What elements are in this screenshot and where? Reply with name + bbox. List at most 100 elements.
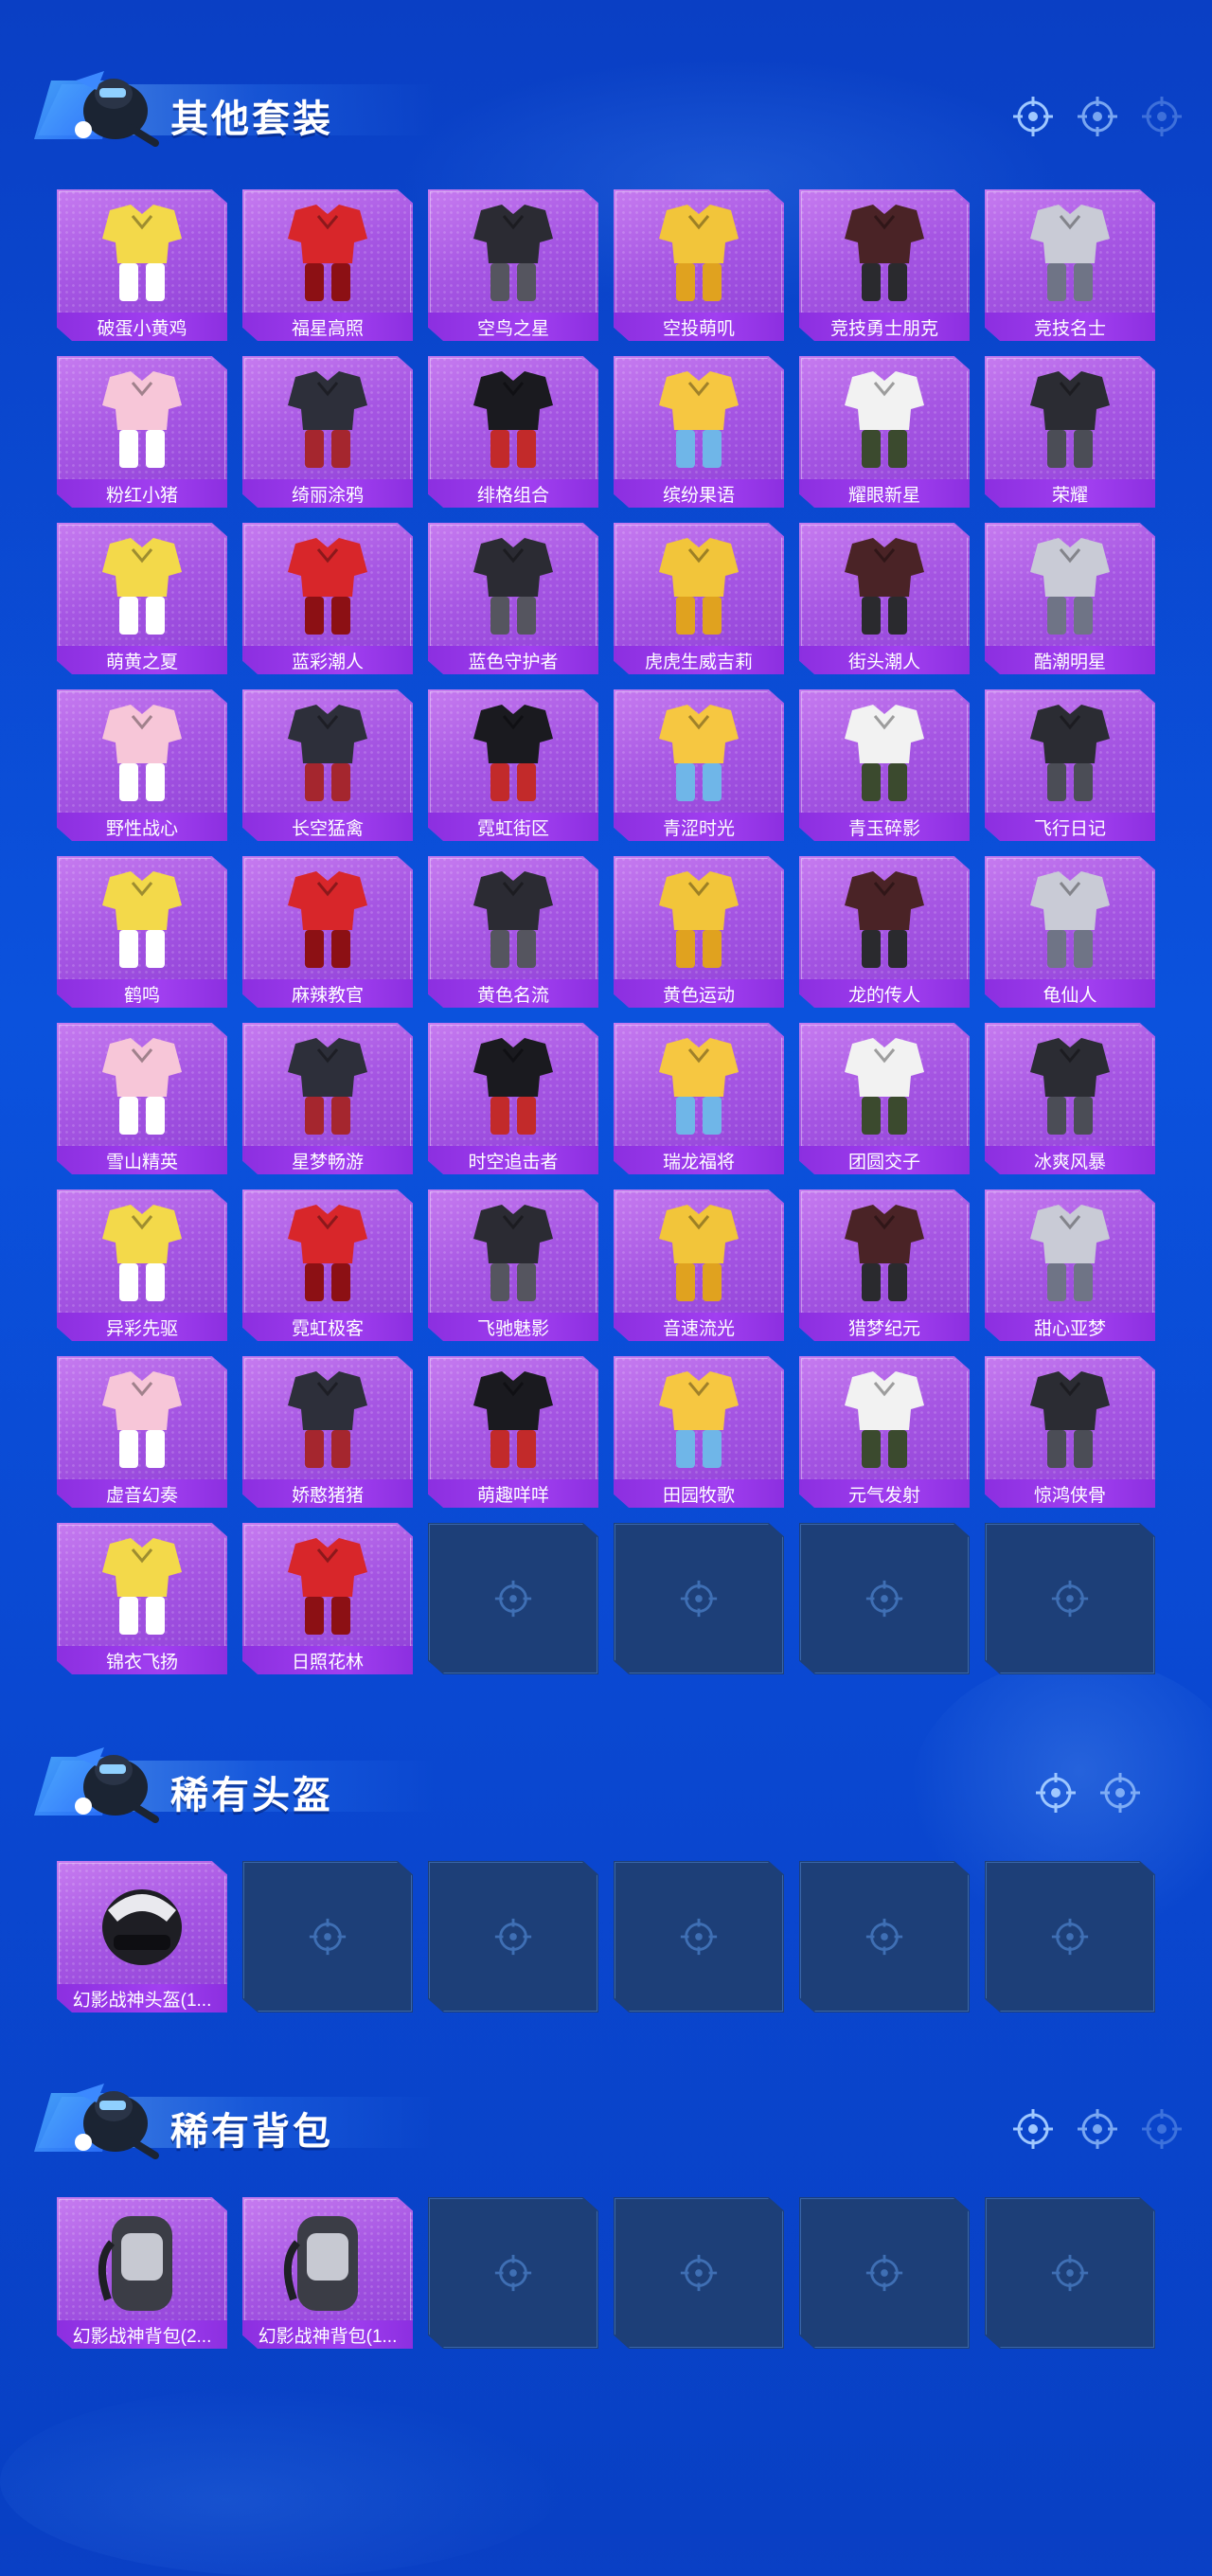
item-label-bar: 惊鸿侠骨 <box>985 1479 1155 1508</box>
item-label: 冰爽风暴 <box>1033 1152 1106 1172</box>
item-card[interactable]: 娇憨猪猪 <box>242 1356 413 1508</box>
item-card[interactable]: 音速流光 <box>614 1190 784 1341</box>
outfit-icon <box>659 1205 739 1301</box>
item-label-bar: 黄色名流 <box>428 979 598 1008</box>
crosshair-icon <box>494 1918 532 1956</box>
item-label: 雪山精英 <box>105 1152 178 1172</box>
item-card[interactable]: 空鸟之星 <box>428 189 598 341</box>
outfit-icon <box>102 1038 182 1135</box>
item-card[interactable]: 锦衣飞扬 <box>57 1523 227 1674</box>
empty-slot <box>985 1861 1155 2012</box>
item-card[interactable]: 鹤鸣 <box>57 856 227 1008</box>
item-card[interactable]: 飞行日记 <box>985 689 1155 841</box>
item-card[interactable]: 霓虹街区 <box>428 689 598 841</box>
item-label: 麻辣教官 <box>291 985 364 1006</box>
outfit-icon <box>473 1371 553 1468</box>
section-title: 稀有背包 <box>170 2111 333 2153</box>
crosshair-icon <box>1013 2109 1053 2149</box>
item-card[interactable]: 蓝彩潮人 <box>242 523 413 674</box>
item-card[interactable]: 日照花林 <box>242 1523 413 1674</box>
item-card[interactable]: 虚音幻奏 <box>57 1356 227 1508</box>
item-card[interactable]: 雪山精英 <box>57 1023 227 1174</box>
item-label: 空投萌叽 <box>662 318 735 339</box>
item-card[interactable]: 青玉碎影 <box>799 689 970 841</box>
outfit-icon <box>845 705 924 801</box>
empty-slot <box>799 2197 970 2349</box>
item-card[interactable]: 虎虎生威吉莉 <box>614 523 784 674</box>
outfit-icon <box>473 705 553 801</box>
item-card[interactable]: 幻影战神头盔(1... <box>57 1861 227 2012</box>
item-card[interactable]: 黄色运动 <box>614 856 784 1008</box>
item-card[interactable]: 猎梦纪元 <box>799 1190 970 1341</box>
outfit-icon <box>102 1538 182 1635</box>
item-label-bar: 竞技勇士朋克 <box>799 313 970 341</box>
item-card[interactable]: 飞驰魅影 <box>428 1190 598 1341</box>
section-title: 稀有头盔 <box>170 1775 333 1816</box>
item-card[interactable]: 瑞龙福将 <box>614 1023 784 1174</box>
item-card[interactable]: 霓虹极客 <box>242 1190 413 1341</box>
item-card[interactable]: 竞技勇士朋克 <box>799 189 970 341</box>
item-card[interactable]: 麻辣教官 <box>242 856 413 1008</box>
item-card[interactable]: 龟仙人 <box>985 856 1155 1008</box>
item-card[interactable]: 田园牧歌 <box>614 1356 784 1508</box>
mascot-icon <box>75 71 159 147</box>
item-card[interactable]: 缤纷果语 <box>614 356 784 508</box>
crosshair-icon <box>1142 97 1182 136</box>
item-card[interactable]: 破蛋小黄鸡 <box>57 189 227 341</box>
item-card[interactable]: 竞技名士 <box>985 189 1155 341</box>
outfit-icon <box>1030 705 1110 801</box>
item-label-bar: 幻影战神背包(1... <box>242 2320 413 2349</box>
item-label-bar: 绮丽涂鸦 <box>242 479 413 508</box>
crosshair-icon <box>680 1918 718 1956</box>
item-label: 蓝色守护者 <box>468 652 559 672</box>
item-card[interactable]: 青涩时光 <box>614 689 784 841</box>
item-card[interactable]: 绮丽涂鸦 <box>242 356 413 508</box>
item-label: 青玉碎影 <box>847 818 920 839</box>
item-card[interactable]: 异彩先驱 <box>57 1190 227 1341</box>
item-card[interactable]: 空投萌叽 <box>614 189 784 341</box>
item-label-bar: 萌趣咩咩 <box>428 1479 598 1508</box>
item-card[interactable]: 绯格组合 <box>428 356 598 508</box>
item-card[interactable]: 福星高照 <box>242 189 413 341</box>
item-label-bar: 龟仙人 <box>985 979 1155 1008</box>
section-title: 其他套装 <box>170 98 333 140</box>
item-card[interactable]: 粉红小猪 <box>57 356 227 508</box>
item-card[interactable]: 街头潮人 <box>799 523 970 674</box>
item-label: 竞技勇士朋克 <box>829 318 938 339</box>
mascot-icon <box>75 2084 159 2159</box>
item-label-bar: 猎梦纪元 <box>799 1313 970 1341</box>
item-card[interactable]: 幻影战神背包(2... <box>57 2197 227 2349</box>
item-card[interactable]: 长空猛禽 <box>242 689 413 841</box>
item-card[interactable]: 萌黄之夏 <box>57 523 227 674</box>
item-card[interactable]: 团圆交子 <box>799 1023 970 1174</box>
item-card[interactable]: 冰爽风暴 <box>985 1023 1155 1174</box>
outfit-icon <box>659 871 739 968</box>
item-card[interactable]: 黄色名流 <box>428 856 598 1008</box>
outfit-icon <box>102 871 182 968</box>
outfit-icon <box>845 1205 924 1301</box>
item-label: 绮丽涂鸦 <box>291 485 364 506</box>
header-icons <box>1011 95 1184 138</box>
item-label: 黄色运动 <box>662 985 735 1006</box>
outfit-icon <box>659 205 739 301</box>
item-card[interactable]: 酷潮明星 <box>985 523 1155 674</box>
item-card[interactable]: 元气发射 <box>799 1356 970 1508</box>
item-card[interactable]: 蓝色守护者 <box>428 523 598 674</box>
item-card[interactable]: 荣耀 <box>985 356 1155 508</box>
item-card[interactable]: 萌趣咩咩 <box>428 1356 598 1508</box>
item-card[interactable]: 野性战心 <box>57 689 227 841</box>
item-label: 缤纷果语 <box>662 485 735 506</box>
outfit-icon <box>473 1205 553 1301</box>
item-card[interactable]: 龙的传人 <box>799 856 970 1008</box>
crosshair-icon <box>309 1918 347 1956</box>
item-card[interactable]: 甜心亚梦 <box>985 1190 1155 1341</box>
item-card[interactable]: 星梦畅游 <box>242 1023 413 1174</box>
empty-slot <box>799 1523 970 1674</box>
item-card[interactable]: 幻影战神背包(1... <box>242 2197 413 2349</box>
item-card[interactable]: 惊鸿侠骨 <box>985 1356 1155 1508</box>
item-card[interactable]: 时空追击者 <box>428 1023 598 1174</box>
item-card[interactable]: 耀眼新星 <box>799 356 970 508</box>
item-label: 虎虎生威吉莉 <box>644 652 753 672</box>
item-label-bar: 异彩先驱 <box>57 1313 227 1341</box>
empty-slot <box>985 1523 1155 1674</box>
